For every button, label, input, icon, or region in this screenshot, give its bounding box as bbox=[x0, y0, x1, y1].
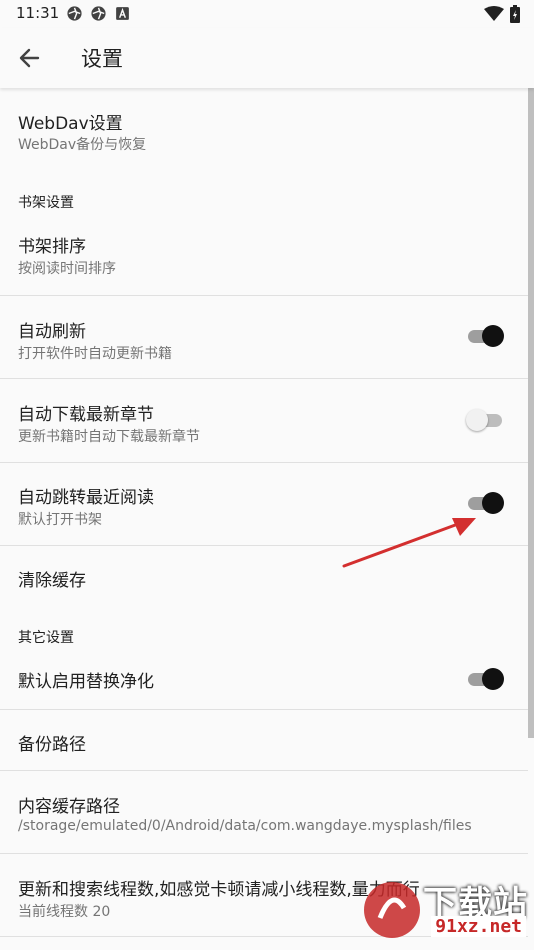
auto-refresh-item[interactable]: 自动刷新 打开软件时自动更新书籍 bbox=[0, 296, 528, 378]
item-title: 内容缓存路径 bbox=[18, 797, 120, 817]
item-summary: 当前线程数 20 bbox=[18, 904, 111, 920]
page-title: 设置 bbox=[81, 47, 123, 71]
item-summary: 按阅读时间排序 bbox=[18, 261, 116, 277]
replace-purify-item[interactable]: 默认启用替换净化 bbox=[0, 650, 528, 709]
item-title: 清除缓存 bbox=[18, 571, 86, 591]
item-title: 备份路径 bbox=[18, 735, 86, 755]
wifi-icon bbox=[484, 6, 504, 21]
arrow-left-icon[interactable] bbox=[16, 44, 48, 72]
status-notification-icons bbox=[66, 5, 131, 22]
item-summary: 更新书籍时自动下载最新章节 bbox=[18, 429, 200, 445]
category-bookshelf: 书架设置 bbox=[18, 195, 74, 211]
status-system-icons bbox=[484, 5, 520, 23]
item-title: 自动跳转最近阅读 bbox=[18, 488, 154, 508]
auto-download-switch[interactable] bbox=[466, 408, 504, 432]
status-time: 11:31 bbox=[16, 4, 60, 22]
item-title: 自动下载最新章节 bbox=[18, 405, 154, 425]
item-title: 书架排序 bbox=[18, 237, 86, 257]
annotation-arrow bbox=[342, 518, 476, 568]
watermark-logo-icon bbox=[364, 882, 420, 938]
auto-refresh-switch[interactable] bbox=[466, 324, 504, 348]
site-watermark: 下载站 91xz.net bbox=[354, 870, 534, 950]
replace-purify-switch[interactable] bbox=[466, 667, 504, 691]
aperture-icon bbox=[67, 6, 82, 21]
battery-charging-icon bbox=[510, 5, 520, 23]
item-summary: 默认打开书架 bbox=[18, 512, 102, 528]
auto-download-item[interactable]: 自动下载最新章节 更新书籍时自动下载最新章节 bbox=[0, 379, 528, 462]
category-other: 其它设置 bbox=[18, 630, 74, 646]
item-summary: WebDav备份与恢复 bbox=[18, 137, 147, 153]
app-bar: 设置 bbox=[0, 28, 534, 88]
watermark-url: 91xz.net bbox=[431, 916, 526, 937]
item-title: 自动刷新 bbox=[18, 322, 86, 342]
scrollbar[interactable] bbox=[528, 88, 534, 738]
a-square-icon bbox=[116, 7, 129, 20]
item-title: WebDav设置 bbox=[18, 114, 123, 134]
shelf-sort-item[interactable]: 书架排序 按阅读时间排序 bbox=[0, 218, 528, 295]
backup-path-item[interactable]: 备份路径 bbox=[0, 710, 528, 770]
cache-path-item[interactable]: 内容缓存路径 /storage/emulated/0/Android/data/… bbox=[0, 771, 528, 853]
item-title: 默认启用替换净化 bbox=[18, 672, 154, 692]
status-bar: 11:31 bbox=[0, 0, 534, 28]
item-summary: /storage/emulated/0/Android/data/com.wan… bbox=[18, 818, 472, 834]
webdav-setting-item[interactable]: WebDav设置 WebDav备份与恢复 bbox=[0, 88, 528, 165]
item-summary: 打开软件时自动更新书籍 bbox=[18, 346, 172, 362]
aperture-icon bbox=[91, 6, 106, 21]
